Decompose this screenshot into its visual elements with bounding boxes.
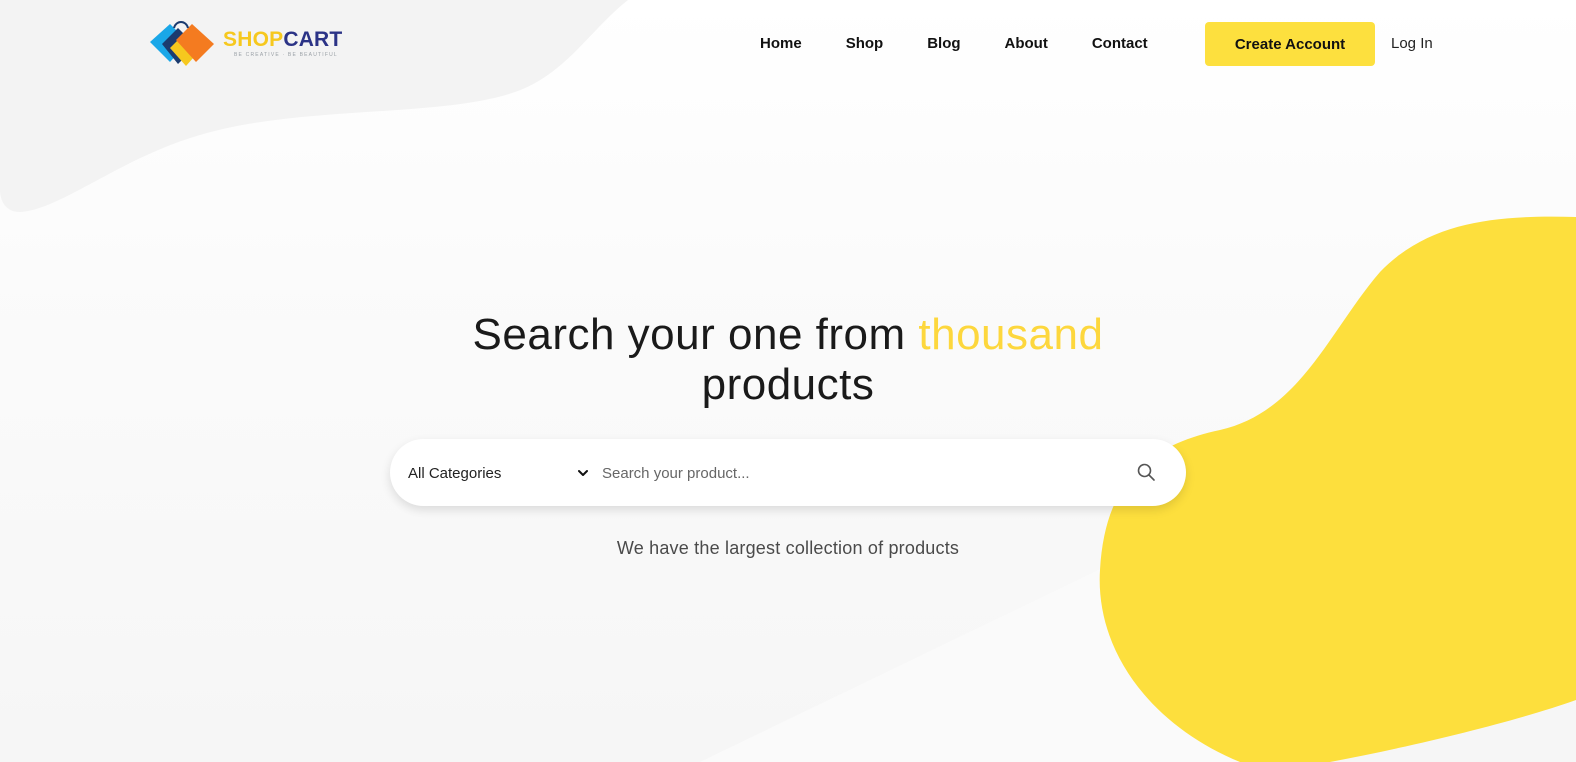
brand-logo[interactable]: SHOPCART BE CREATIVE · BE BEAUTIFUL	[148, 20, 348, 68]
create-account-button[interactable]: Create Account	[1205, 22, 1375, 66]
search-bar: All Categories	[390, 439, 1186, 506]
login-link[interactable]: Log In	[1391, 34, 1433, 54]
brand-name: SHOPCART	[223, 29, 342, 51]
magnifier-icon	[1137, 463, 1155, 481]
category-dropdown[interactable]: All Categories	[408, 461, 588, 485]
chevron-down-icon	[578, 470, 588, 476]
nav-blog[interactable]: Blog	[927, 34, 960, 54]
nav-about[interactable]: About	[1005, 34, 1048, 54]
hero-title-part1: Search your one from	[472, 310, 919, 359]
search-input[interactable]	[602, 458, 1122, 488]
site-header: SHOPCART BE CREATIVE · BE BEAUTIFUL Home…	[0, 0, 1576, 90]
brand-name-part-b: CART	[283, 28, 343, 51]
hero-subtitle: We have the largest collection of produc…	[616, 538, 960, 558]
hero-title-accent: thousand	[918, 310, 1104, 359]
hero-title: Search your one from thousand products	[388, 310, 1188, 410]
category-selected-label: All Categories	[408, 464, 502, 482]
shopping-bags-icon	[150, 21, 214, 66]
search-button[interactable]	[1134, 461, 1158, 485]
nav-home[interactable]: Home	[760, 34, 802, 54]
nav-shop[interactable]: Shop	[846, 34, 884, 54]
nav-contact[interactable]: Contact	[1092, 34, 1148, 54]
brand-tagline: BE CREATIVE · BE BEAUTIFUL	[234, 52, 338, 58]
main-nav: Home Shop Blog About Contact	[760, 34, 1192, 54]
brand-name-part-a: SHOP	[223, 28, 284, 51]
hero-title-part2: products	[701, 360, 875, 409]
